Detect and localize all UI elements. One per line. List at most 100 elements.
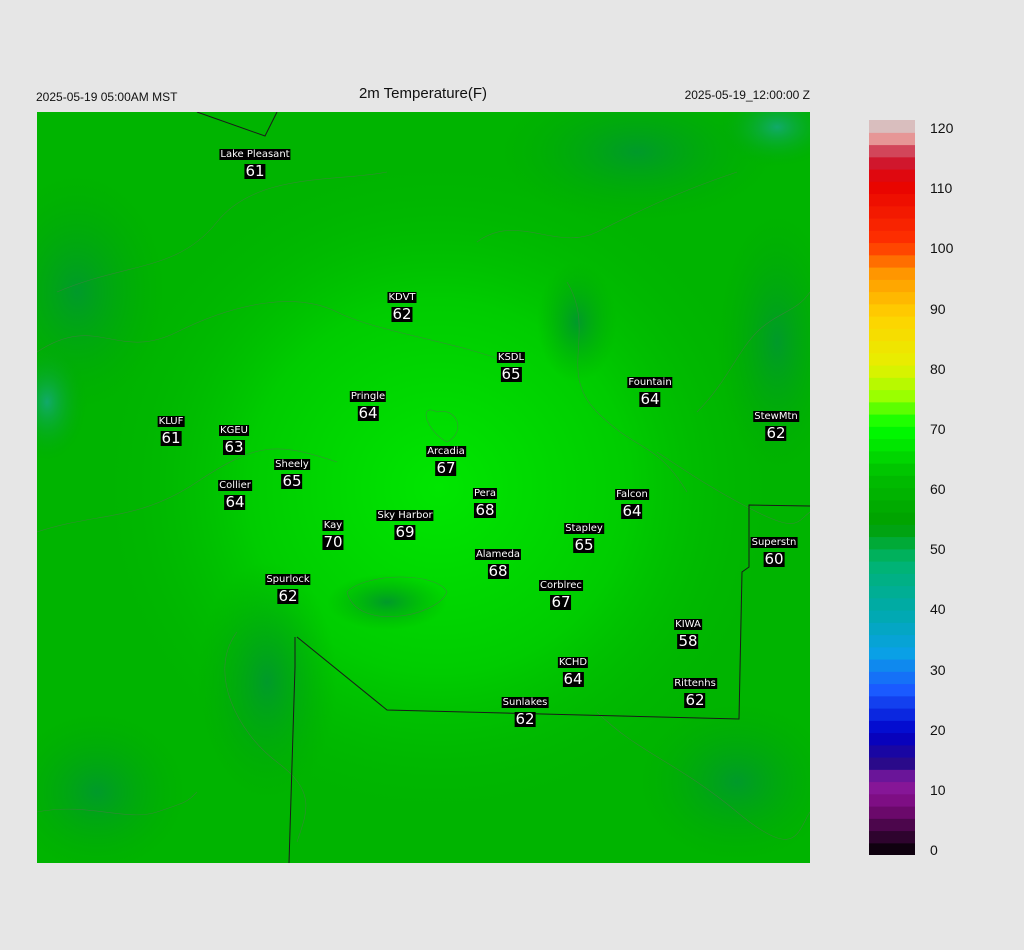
colorbar-band [869, 426, 915, 440]
station-name: Kay [322, 520, 344, 531]
colorbar-band [869, 548, 915, 562]
station-marker: Falcon 64 [615, 484, 649, 519]
station-name: Corblrec [539, 580, 583, 591]
colorbar-band [869, 463, 915, 476]
colorbar-band [869, 597, 915, 611]
station-temperature: 64 [562, 670, 584, 688]
station-name: Spurlock [265, 574, 311, 585]
colorbar-band [869, 218, 915, 231]
colorbar-band [869, 230, 915, 244]
station-temperature: 64 [224, 493, 246, 511]
station-marker: Spurlock 62 [265, 569, 311, 605]
colorbar-band [869, 634, 915, 648]
colorbar-band [869, 242, 915, 256]
station-marker: KIWA 58 [674, 614, 702, 649]
station-temperature: 65 [500, 365, 522, 383]
station-marker: Pera 68 [472, 483, 498, 519]
colorbar-band [869, 450, 915, 464]
colorbar-band [869, 267, 915, 280]
cool-patch-s [327, 574, 447, 630]
station-temperature: 62 [391, 305, 413, 323]
colorbar-band [869, 573, 915, 587]
colorbar-band [869, 585, 915, 599]
station-marker: Collier 64 [218, 475, 252, 510]
station-temperature: 58 [677, 632, 699, 650]
colorbar-band [869, 830, 915, 844]
colorbar-band [869, 352, 915, 366]
station-name: Rittenhs [673, 678, 717, 689]
station-marker: Superstn 60 [750, 532, 798, 567]
colorbar-band [869, 671, 915, 685]
colorbar-band [869, 757, 915, 770]
colorbar-band [869, 340, 915, 354]
station-temperature: 62 [684, 691, 706, 709]
colorbar-band [869, 744, 915, 758]
colorbar-tick-label: 60 [930, 481, 946, 497]
colorbar-tick-label: 110 [930, 180, 953, 197]
station-temperature: 62 [277, 587, 299, 605]
station-temperature: 70 [322, 533, 344, 551]
station-name: StewMtn [753, 411, 799, 422]
colorbar-band [869, 806, 915, 819]
colorbar-band [869, 377, 915, 391]
station-marker: KGEU 63 [219, 420, 249, 455]
colorbar-band [869, 279, 915, 293]
colorbar-band [869, 683, 915, 697]
station-name: Pera [472, 488, 498, 499]
station-marker: KDVT 62 [387, 287, 417, 323]
colorbar-band [869, 708, 915, 721]
colorbar-band [869, 156, 915, 170]
colorbar-band [869, 622, 915, 636]
colorbar-tick-label: 70 [930, 420, 946, 437]
station-marker: Rittenhs 62 [673, 673, 717, 708]
colorbar [869, 120, 915, 855]
colorbar-band [869, 720, 915, 734]
station-name: Stapley [564, 523, 604, 534]
station-marker: KCHD 64 [557, 652, 589, 688]
station-name: Sunlakes [501, 697, 549, 708]
station-name: Collier [218, 480, 252, 491]
station-name: KLUF [157, 416, 185, 427]
station-temperature: 63 [223, 438, 245, 456]
colorbar-band [869, 254, 915, 268]
station-marker: Sunlakes 62 [501, 692, 549, 727]
colorbar-tick-label: 100 [930, 240, 954, 257]
cool-patch-mtn [537, 262, 617, 382]
colorbar-tick-label: 20 [930, 721, 946, 738]
colorbar-band [869, 793, 915, 807]
colorbar-band [869, 328, 915, 342]
colorbar-band [869, 524, 915, 538]
station-name: Arcadia [426, 446, 466, 457]
station-marker: Stapley 65 [564, 518, 604, 553]
temperature-map: Lake Pleasant 61 KDVT 62 KSDL 65 Fountain 64 Pri… [37, 112, 810, 863]
valid-time-utc: 2025-05-19_12:00:00 Z [684, 88, 810, 102]
colorbar-band [869, 205, 915, 219]
station-name: Falcon [615, 489, 649, 500]
colorbar-band [869, 561, 915, 574]
station-marker: KLUF 61 [157, 411, 185, 447]
station-marker: Arcadia 67 [426, 441, 466, 476]
station-temperature: 64 [357, 404, 379, 422]
station-temperature: 68 [487, 562, 509, 580]
station-marker: Corblrec 67 [539, 575, 583, 610]
station-name: Lake Pleasant [219, 149, 291, 160]
colorbar-band [869, 303, 915, 317]
station-temperature: 67 [435, 459, 457, 477]
colorbar-band [869, 291, 915, 305]
colorbar-tick-label: 90 [930, 300, 946, 317]
station-temperature: 68 [474, 501, 496, 519]
station-name: Fountain [627, 377, 673, 388]
colorbar-band [869, 659, 915, 672]
colorbar-tick-label: 10 [930, 781, 946, 798]
station-marker: Kay 70 [322, 515, 344, 551]
station-temperature: 64 [639, 390, 661, 408]
station-marker: Fountain 64 [627, 372, 673, 408]
station-marker: StewMtn 62 [753, 406, 799, 441]
station-name: KSDL [496, 352, 526, 363]
colorbar-tick-label: 80 [930, 360, 946, 377]
colorbar-band [869, 487, 915, 501]
colorbar-band [869, 144, 915, 158]
colorbar-band [869, 842, 915, 855]
station-temperature: 61 [160, 429, 182, 447]
colorbar-band [869, 169, 915, 182]
